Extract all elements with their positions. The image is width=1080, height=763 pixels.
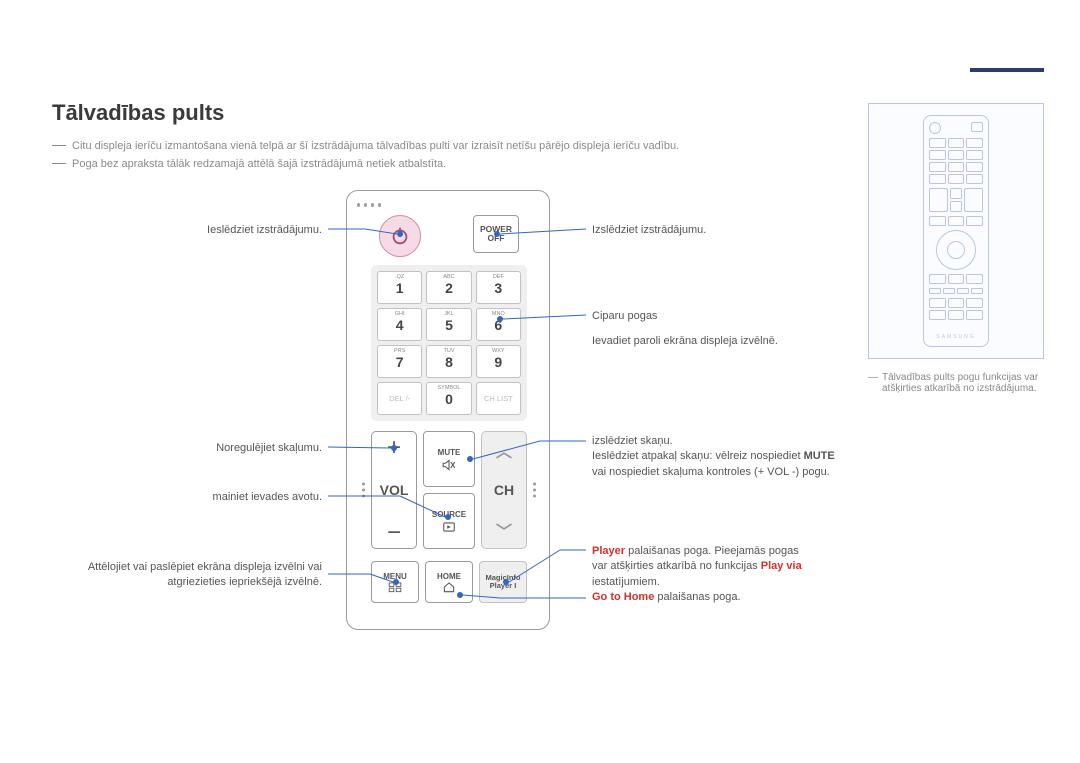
vol-minus: − — [387, 523, 401, 542]
note-1: Citu displeja ierīču izmantošana vienā t… — [52, 140, 679, 152]
magic-l2: Player I — [490, 582, 517, 590]
power-off-l2: OFF — [488, 234, 505, 243]
home-label: HOME — [437, 572, 461, 581]
label-l3: mainiet ievades avotu. — [52, 490, 322, 505]
key-3: DEF3 — [476, 271, 521, 304]
key-6: MNO6 — [476, 308, 521, 341]
bottom-row: MENU HOME MagicInfo Player I — [371, 561, 527, 603]
menu-label: MENU — [383, 572, 407, 581]
source-label: SOURCE — [432, 510, 466, 519]
side-note: ―Tālvadības pults pogu funkcijas var atš… — [868, 372, 1044, 394]
label-l1: Ieslēdziet izstrādājumu. — [52, 223, 322, 238]
source-icon — [442, 521, 456, 533]
label-r1: Izslēdziet izstrādājumu. — [592, 223, 872, 238]
mid-group: + VOL − MUTE SOURCE ︿ CH ﹀ — [371, 431, 527, 549]
header-tick — [970, 68, 1044, 72]
mute-button: MUTE — [423, 431, 475, 487]
mini-remote-panel: SAMSUNG — [868, 103, 1044, 359]
mini-remote: SAMSUNG — [923, 115, 989, 347]
key-5: JKL5 — [426, 308, 471, 341]
key-7: PRS7 — [377, 345, 422, 378]
key-0: SYMBOL0 — [426, 382, 471, 415]
power-icon — [389, 225, 411, 247]
brand-text: SAMSUNG — [929, 334, 983, 340]
remote-illustration: POWER OFF .QZ1 ABC2 DEF3 GHI4 JKL5 MNO6 … — [346, 190, 550, 630]
numeric-keypad: .QZ1 ABC2 DEF3 GHI4 JKL5 MNO6 PRS7 TUV8 … — [371, 265, 527, 421]
power-on-button — [379, 215, 421, 257]
label-r3: izslēdziet skaņu. Ieslēdziet atpakaļ ska… — [592, 434, 882, 480]
magicinfo-button: MagicInfo Player I — [479, 561, 527, 603]
menu-icon — [388, 581, 402, 593]
key-4: GHI4 — [377, 308, 422, 341]
mute-label: MUTE — [438, 448, 461, 457]
vol-rocker: + VOL − — [371, 431, 417, 549]
note-2-text: Poga bez apraksta tālāk redzamajā attēlā… — [72, 158, 446, 170]
key-2: ABC2 — [426, 271, 471, 304]
key-del: DEL /- — [377, 382, 422, 415]
power-off-button: POWER OFF — [473, 215, 519, 253]
ch-up-icon: ︿ — [496, 438, 512, 462]
key-8: TUV8 — [426, 345, 471, 378]
vol-label: VOL — [380, 482, 409, 498]
page-title: Tālvadības pults — [52, 100, 224, 126]
label-l4: Attēlojiet vai paslēpiet ekrāna displeja… — [52, 560, 322, 591]
menu-button: MENU — [371, 561, 419, 603]
home-icon — [442, 581, 456, 593]
home-button: HOME — [425, 561, 473, 603]
key-chlist: CH LIST — [476, 382, 521, 415]
vol-plus: + — [387, 438, 401, 457]
ir-dots — [357, 203, 381, 213]
note-1-text: Citu displeja ierīču izmantošana vienā t… — [72, 140, 679, 152]
mute-icon — [442, 459, 456, 471]
key-9: WXY9 — [476, 345, 521, 378]
label-r2: Ciparu pogas Ievadiet paroli ekrāna disp… — [592, 309, 872, 350]
label-l2: Noregulējiet skaļumu. — [52, 441, 322, 456]
label-r4: Player palaišanas poga. Pieejamās pogas … — [592, 544, 882, 606]
note-2: Poga bez apraksta tālāk redzamajā attēlā… — [52, 158, 446, 170]
key-1: .QZ1 — [377, 271, 422, 304]
source-button: SOURCE — [423, 493, 475, 549]
ch-label: CH — [494, 482, 514, 498]
ch-rocker: ︿ CH ﹀ — [481, 431, 527, 549]
ch-down-icon: ﹀ — [496, 518, 512, 542]
dpad-icon — [936, 230, 976, 270]
